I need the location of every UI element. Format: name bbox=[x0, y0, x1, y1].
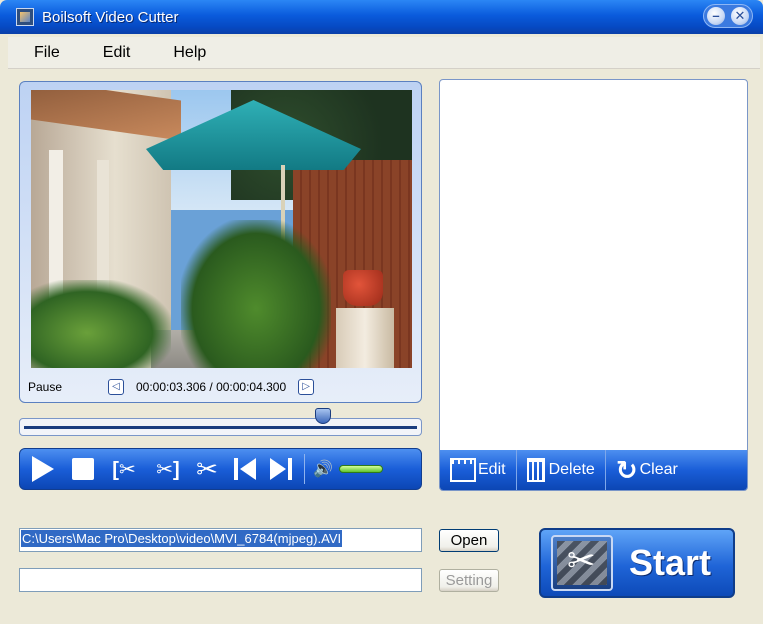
list-toolbar: Edit Delete ↻ Clear bbox=[440, 450, 747, 490]
trash-icon bbox=[526, 458, 545, 482]
minimize-icon[interactable]: – bbox=[707, 7, 725, 25]
menu-edit[interactable]: Edit bbox=[103, 44, 131, 62]
menu-help[interactable]: Help bbox=[173, 44, 206, 62]
app-icon bbox=[16, 8, 34, 26]
toolbar-separator bbox=[304, 454, 305, 484]
set-start-icon[interactable]: [✂ bbox=[110, 457, 138, 482]
clear-button[interactable]: ↻ Clear bbox=[606, 450, 688, 490]
window-title: Boilsoft Video Cutter bbox=[42, 8, 179, 26]
seek-slider[interactable] bbox=[19, 408, 422, 436]
film-scissors-icon bbox=[551, 535, 613, 591]
volume-slider[interactable] bbox=[338, 465, 383, 473]
title-bar: Boilsoft Video Cutter – ✕ bbox=[0, 0, 763, 34]
stop-icon[interactable] bbox=[72, 458, 94, 480]
menu-file[interactable]: File bbox=[34, 44, 60, 62]
playback-status: Pause bbox=[28, 380, 63, 394]
cut-icon[interactable]: ✂ bbox=[192, 454, 222, 485]
go-to-start-icon[interactable] bbox=[232, 456, 258, 482]
film-icon bbox=[450, 458, 476, 482]
file-path-text: C:\Users\Mac Pro\Desktop\video\MVI_6784(… bbox=[21, 530, 343, 547]
seek-track bbox=[24, 426, 417, 429]
delete-button-label: Delete bbox=[548, 461, 595, 478]
volume-icon[interactable]: 🔊 bbox=[313, 459, 333, 479]
play-icon[interactable] bbox=[32, 456, 54, 482]
edit-button[interactable]: Edit bbox=[440, 450, 517, 490]
file-path-input[interactable]: C:\Users\Mac Pro\Desktop\video\MVI_6784(… bbox=[19, 528, 422, 552]
start-button[interactable]: Start bbox=[539, 528, 735, 598]
next-frame-icon[interactable]: ▷ bbox=[298, 379, 315, 395]
menu-bar: File Edit Help bbox=[8, 37, 760, 69]
setting-button[interactable]: Setting bbox=[439, 569, 499, 592]
delete-button[interactable]: Delete bbox=[517, 450, 606, 490]
refresh-icon: ↻ bbox=[615, 454, 638, 485]
start-button-label: Start bbox=[629, 542, 712, 583]
set-end-icon[interactable]: ✂] bbox=[154, 457, 182, 482]
segment-list-panel[interactable]: Edit Delete ↻ Clear bbox=[439, 79, 748, 491]
video-frame-image bbox=[31, 90, 412, 368]
window-controls: – ✕ bbox=[703, 4, 753, 28]
transport-toolbar: [✂ ✂] ✂ 🔊 bbox=[19, 448, 422, 490]
clear-button-label: Clear bbox=[639, 461, 678, 478]
edit-button-label: Edit bbox=[478, 461, 506, 478]
output-path-input[interactable] bbox=[19, 568, 422, 592]
go-to-end-icon[interactable] bbox=[268, 456, 294, 482]
open-button[interactable]: Open bbox=[439, 529, 499, 552]
close-icon[interactable]: ✕ bbox=[731, 7, 749, 25]
playback-status-row: Pause ◁ 00:00:03.306 / 00:00:04.300 ▷ bbox=[28, 376, 415, 398]
video-preview-panel: Pause ◁ 00:00:03.306 / 00:00:04.300 ▷ bbox=[19, 81, 422, 403]
seek-thumb[interactable] bbox=[314, 408, 331, 424]
prev-frame-icon[interactable]: ◁ bbox=[108, 379, 124, 395]
time-display: 00:00:03.306 / 00:00:04.300 bbox=[136, 380, 287, 394]
